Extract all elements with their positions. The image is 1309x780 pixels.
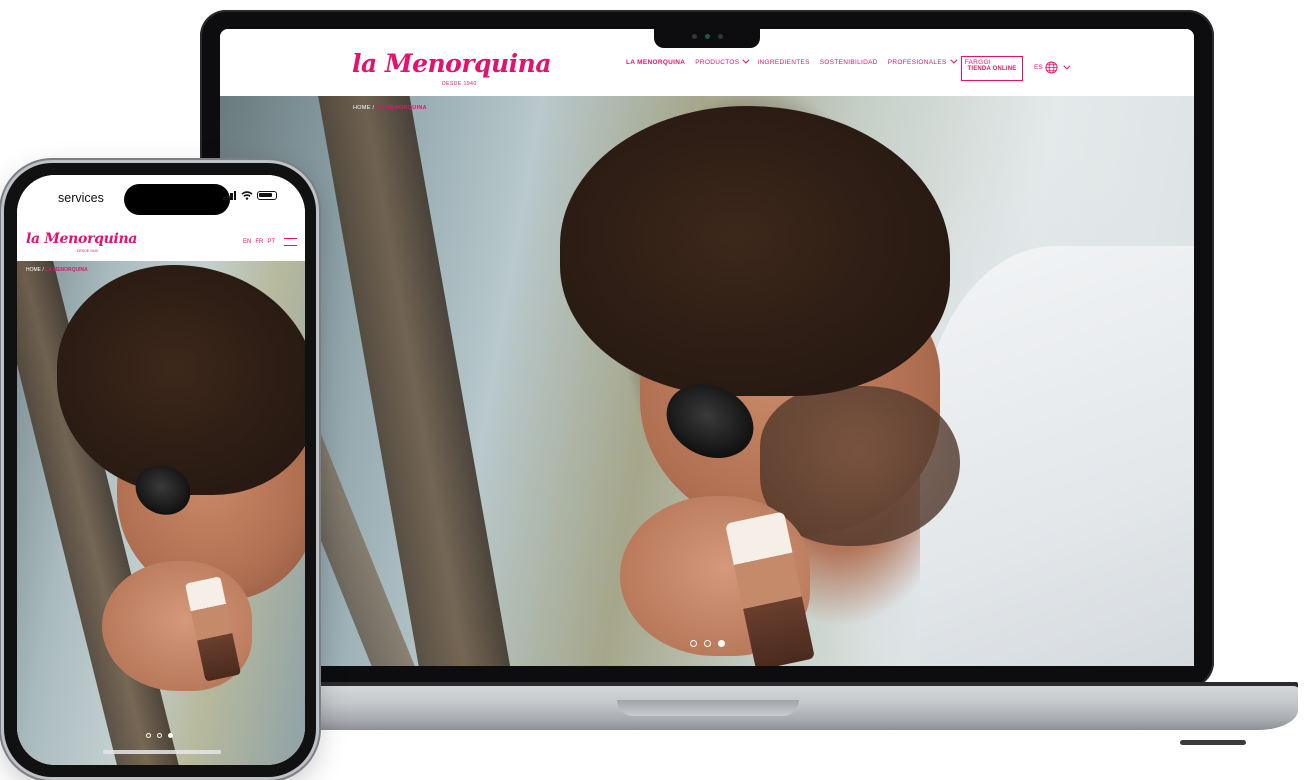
breadcrumb: HOME / LA MENORQUINA <box>353 105 427 111</box>
slider-dot[interactable] <box>704 640 711 647</box>
language-links: EN FR PT <box>243 239 275 245</box>
main-nav: LA MENORQUINA PRODUCTOS INGREDIENTES SOS… <box>626 56 991 66</box>
phone-volume-down-button <box>0 357 2 399</box>
phone-screen: services la Menorquina DESDE 1940 EN FR <box>17 175 305 765</box>
brand-logo-subtitle: DESDE 1940 <box>442 81 477 87</box>
breadcrumb-current: LA MENORQUINA <box>376 105 427 111</box>
hair <box>560 106 950 396</box>
status-bar: services <box>17 175 305 221</box>
brand-logo-subtitle: DESDE 1940 <box>77 249 98 253</box>
chevron-down-icon <box>949 56 958 64</box>
nav-item-productos[interactable]: PRODUCTOS <box>695 56 750 66</box>
slider-dot[interactable] <box>157 733 162 738</box>
home-indicator[interactable] <box>103 750 221 754</box>
laptop-foot <box>1180 740 1246 745</box>
signal-icon <box>223 191 237 200</box>
nav-item-label: PROFESIONALES <box>887 59 947 66</box>
slider-dot-active[interactable] <box>718 640 725 647</box>
battery-icon <box>257 191 277 200</box>
phone-frame: services la Menorquina DESDE 1940 EN FR <box>4 163 316 777</box>
slider-dot-active[interactable] <box>168 733 173 738</box>
laptop-opening-groove <box>617 700 799 716</box>
mobile-header: la Menorquina DESDE 1940 EN FR PT <box>17 221 305 261</box>
hero-image: HOME / LA MENORQUINA <box>17 261 305 765</box>
nav-item-ingredientes[interactable]: INGREDIENTES <box>757 59 809 66</box>
lang-link-pt[interactable]: PT <box>267 239 275 245</box>
language-code: ES <box>1034 64 1043 71</box>
nav-item-la-menorquina[interactable]: LA MENORQUINA <box>626 59 685 66</box>
hair <box>57 265 305 495</box>
nav-item-label: PRODUCTOS <box>695 59 740 66</box>
slider-dots <box>146 733 173 738</box>
brand-logo[interactable]: la Menorquina <box>26 231 138 247</box>
chevron-down-icon <box>1063 62 1071 70</box>
laptop-screen: la Menorquina DESDE 1940 LA MENORQUINA P… <box>220 29 1194 666</box>
wifi-icon <box>241 191 253 200</box>
lang-link-en[interactable]: EN <box>243 239 251 245</box>
status-icons <box>223 191 277 200</box>
slider-dot[interactable] <box>146 733 151 738</box>
slider-dots <box>690 640 725 647</box>
breadcrumb-current: LA MENORQUINA <box>45 267 88 273</box>
sensor-dot <box>718 34 723 39</box>
laptop-notch <box>654 28 760 48</box>
phone-side-button <box>0 270 2 292</box>
chevron-down-icon <box>742 56 750 64</box>
dynamic-island <box>124 184 230 215</box>
globe-icon <box>1045 61 1058 74</box>
language-selector[interactable]: ES <box>1034 61 1071 74</box>
hero-image <box>220 96 1194 666</box>
nav-item-profesionales[interactable]: PROFESIONALES <box>887 56 958 66</box>
status-text: services <box>58 191 104 205</box>
breadcrumb-home[interactable]: HOME <box>353 105 371 111</box>
brand-logo[interactable]: la Menorquina <box>352 49 552 78</box>
slider-dot[interactable] <box>690 640 697 647</box>
breadcrumb-separator: / <box>42 267 44 273</box>
hamburger-icon[interactable] <box>284 238 297 246</box>
breadcrumb-separator: / <box>372 105 375 111</box>
camera-lens <box>705 34 710 39</box>
breadcrumb-home[interactable]: HOME <box>26 267 41 273</box>
phone-volume-up-button <box>0 305 2 347</box>
camera-icon <box>692 34 697 39</box>
tienda-online-button[interactable]: TIENDA ONLINE <box>961 56 1023 81</box>
breadcrumb: HOME / LA MENORQUINA <box>26 267 88 273</box>
lang-link-fr[interactable]: FR <box>255 239 263 245</box>
nav-item-sostenibilidad[interactable]: SOSTENIBILIDAD <box>820 59 878 66</box>
shirt <box>920 246 1194 666</box>
